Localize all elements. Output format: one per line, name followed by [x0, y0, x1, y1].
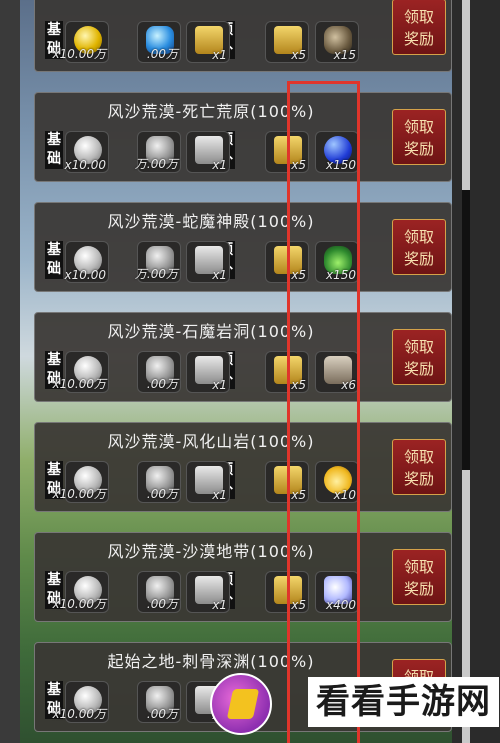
claim-button-label: 奖励 [403, 140, 434, 158]
extra-item-slot[interactable]: x15 [315, 21, 359, 63]
item-quantity: 万.00万 [134, 267, 178, 281]
base-item-slot[interactable]: 万.00万 [134, 131, 181, 173]
reward-card: 风沙荒漠-风化山岩(100%)基础额外x10.00万.00万x1x5x10领取奖… [34, 422, 452, 512]
claim-button-label: 领取 [403, 118, 434, 136]
base-label-char: 基 [47, 682, 61, 698]
claim-button-label: 奖励 [403, 30, 434, 48]
claim-button-label: 领取 [403, 8, 434, 26]
base-item-slot[interactable]: x10.00万 [53, 21, 109, 63]
item-quantity: x1 [212, 488, 227, 502]
base-item-slot[interactable]: .00万 [137, 461, 181, 503]
base-item-slot[interactable]: .00万 [137, 681, 181, 723]
claim-button-label: 领取 [403, 558, 434, 576]
item-quantity: .00万 [146, 597, 178, 611]
reward-card: 风沙荒漠-死亡荒原(100%)基础额外x10.00万.00万x1x5x150领取… [34, 92, 452, 182]
claim-button-label: 奖励 [403, 360, 434, 378]
extra-item-slot[interactable]: x5 [265, 21, 309, 63]
reward-card: 风沙荒漠-蛇魔神殿(100%)基础额外x10.00万.00万x1x5x150领取… [34, 202, 452, 292]
base-label-char: 基 [47, 462, 61, 478]
stage-name: 风沙荒漠-死亡荒原 [107, 102, 251, 121]
item-quantity: x10.00万 [52, 597, 106, 611]
item-quantity: x1 [212, 48, 227, 62]
item-quantity: 万.00万 [134, 157, 178, 171]
watermark-text: 看看手游网 [308, 677, 499, 727]
base-label: 基础 [45, 131, 63, 169]
base-item-slot[interactable]: x10.00 [65, 131, 109, 173]
stage-name: 风沙荒漠-石魔岩洞 [107, 322, 251, 341]
base-item-slot[interactable]: .00万 [137, 21, 181, 63]
base-item-slot[interactable]: 万.00万 [134, 241, 181, 283]
base-label-char: 基 [47, 22, 61, 38]
base-item-slot[interactable]: .00万 [137, 571, 181, 613]
left-frame [0, 0, 20, 743]
claim-button-label: 奖励 [403, 250, 434, 268]
item-quantity: x1 [212, 268, 227, 282]
right-frame [452, 0, 500, 743]
reward-card: 基础额外x10.00万.00万x1x5x15领取奖励 [34, 0, 452, 72]
base-label: 基础 [45, 241, 63, 279]
base-item-slot[interactable]: x1 [186, 131, 230, 173]
base-item-slot[interactable]: x10.00万 [53, 461, 109, 503]
claim-button-label: 领取 [403, 338, 434, 356]
claim-button-label: 奖励 [403, 580, 434, 598]
base-item-slot[interactable]: x1 [186, 351, 230, 393]
base-item-slot[interactable]: .00万 [137, 351, 181, 393]
base-label-char: 基 [47, 352, 61, 368]
stage-name: 风沙荒漠-风化山岩 [107, 432, 251, 451]
item-quantity: .00万 [146, 707, 178, 721]
claim-reward-button[interactable]: 领取奖励 [392, 329, 446, 385]
claim-reward-button[interactable]: 领取奖励 [392, 109, 446, 165]
item-quantity: x10.00万 [52, 707, 106, 721]
claim-button-label: 领取 [403, 228, 434, 246]
reward-card: 风沙荒漠-石魔岩洞(100%)基础额外x10.00万.00万x1x5x6领取奖励 [34, 312, 452, 402]
base-item-slot[interactable]: x10.00万 [53, 571, 109, 613]
base-item-slot[interactable]: x10.00万 [53, 681, 109, 723]
item-quantity: x15 [333, 48, 356, 62]
item-quantity: x5 [291, 48, 306, 62]
claim-reward-button[interactable]: 领取奖励 [392, 549, 446, 605]
scrollbar-thumb[interactable] [462, 190, 470, 470]
item-quantity: x10.00万 [52, 487, 106, 501]
watermark: 看看手游网 [202, 665, 500, 743]
base-item-slot[interactable]: x10.00 [65, 241, 109, 283]
base-item-slot[interactable]: x1 [186, 21, 230, 63]
item-quantity: x1 [212, 598, 227, 612]
item-quantity: .00万 [146, 487, 178, 501]
highlight-box [287, 81, 360, 743]
claim-button-label: 奖励 [403, 470, 434, 488]
base-label-char: 础 [47, 151, 61, 167]
item-quantity: x10.00万 [52, 377, 106, 391]
item-quantity: x1 [212, 378, 227, 392]
claim-reward-button[interactable]: 领取奖励 [392, 439, 446, 495]
stage-name: 风沙荒漠-沙漠地带 [107, 542, 251, 561]
item-quantity: x10.00万 [52, 47, 106, 61]
item-quantity: x1 [212, 158, 227, 172]
base-item-slot[interactable]: x1 [186, 241, 230, 283]
base-label-char: 基 [47, 242, 61, 258]
claim-button-label: 领取 [403, 448, 434, 466]
base-label-char: 基 [47, 572, 61, 588]
item-quantity: .00万 [146, 47, 178, 61]
reward-card: 风沙荒漠-沙漠地带(100%)基础额外x10.00万.00万x1x5x400领取… [34, 532, 452, 622]
item-quantity: .00万 [146, 377, 178, 391]
claim-reward-button[interactable]: 领取奖励 [392, 0, 446, 55]
base-label-char: 基 [47, 132, 61, 148]
item-quantity: x10.00 [64, 158, 106, 172]
item-quantity: x10.00 [64, 268, 106, 282]
stage-name: 风沙荒漠-蛇魔神殿 [107, 212, 251, 231]
watermark-logo-icon [210, 673, 272, 735]
claim-reward-button[interactable]: 领取奖励 [392, 219, 446, 275]
base-item-slot[interactable]: x1 [186, 571, 230, 613]
base-item-slot[interactable]: x10.00万 [53, 351, 109, 393]
base-item-slot[interactable]: x1 [186, 461, 230, 503]
base-label-char: 础 [47, 261, 61, 277]
